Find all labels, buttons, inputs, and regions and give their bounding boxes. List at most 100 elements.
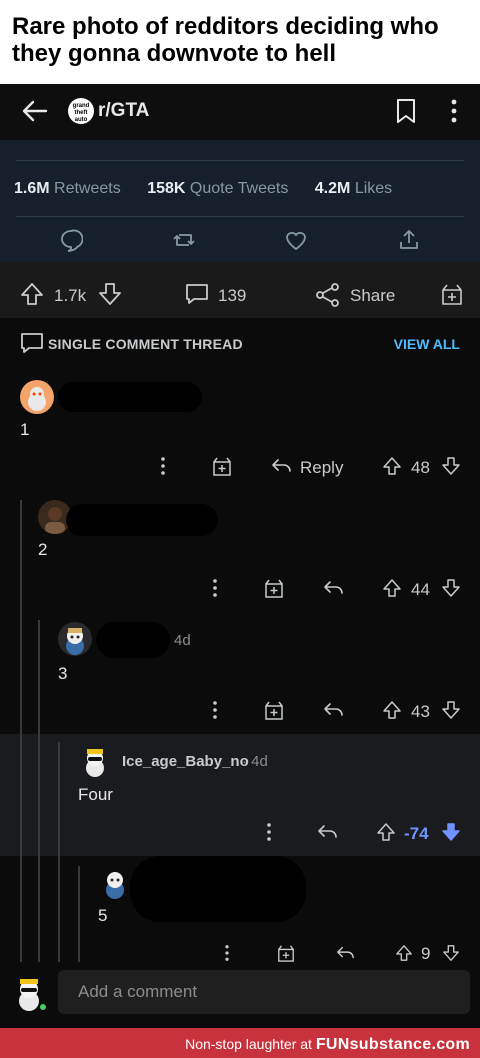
- comments-icon[interactable]: [184, 282, 210, 306]
- award-gift-icon[interactable]: [440, 282, 464, 306]
- upvote-icon[interactable]: [382, 700, 402, 720]
- thread-line: [38, 734, 40, 856]
- bookmark-icon[interactable]: [394, 98, 418, 124]
- like-heart-icon: [286, 232, 306, 251]
- share-upload-icon: [400, 230, 418, 249]
- reply-arrow-icon[interactable]: [270, 456, 292, 476]
- share-label[interactable]: Share: [350, 286, 395, 306]
- redacted-username: [96, 622, 170, 658]
- downvote-icon[interactable]: [441, 700, 461, 720]
- reply-bubble-icon: [61, 229, 83, 252]
- downvote-icon[interactable]: [98, 282, 122, 306]
- view-all-link[interactable]: VIEW ALL: [394, 336, 460, 352]
- comment-score: 48: [411, 458, 430, 477]
- comment-1: 1 Reply 48: [0, 368, 480, 492]
- likes-label: Likes: [354, 180, 393, 197]
- divider: [16, 160, 464, 161]
- comment-score: 43: [411, 702, 430, 721]
- meme-caption: Rare photo of redditors deciding who the…: [0, 0, 480, 84]
- comment-body: 5: [98, 906, 108, 925]
- online-status-dot: [38, 1002, 48, 1012]
- downvote-icon[interactable]: [441, 578, 461, 598]
- comment-score-downvoted: -74: [404, 824, 429, 843]
- comment-3: 4d 3 43: [0, 612, 480, 734]
- thread-line: [20, 500, 22, 612]
- thread-line: [20, 856, 22, 962]
- subreddit-name[interactable]: r/GTA: [98, 100, 149, 122]
- back-arrow-icon[interactable]: [20, 96, 50, 126]
- redacted-username: [130, 856, 306, 922]
- comment-count[interactable]: 139: [218, 286, 246, 306]
- tweet-screenshot: 1.6M Retweets 158K Quote Tweets 4.2M Lik…: [0, 140, 480, 262]
- snoo-avatar-icon: [86, 749, 104, 777]
- upvote-icon[interactable]: [20, 282, 44, 306]
- watermark-brand: FUNsubstance.com: [315, 1036, 470, 1053]
- upvote-icon[interactable]: [382, 456, 402, 476]
- comment-score: 44: [411, 580, 430, 599]
- award-gift-icon[interactable]: [264, 700, 284, 720]
- watermark-footer: Non-stop laughter at FUNsubstance.com: [0, 1028, 480, 1058]
- post-action-bar: 1.7k 139 Share: [0, 262, 480, 318]
- more-options-icon[interactable]: [158, 456, 168, 476]
- share-icon[interactable]: [315, 282, 341, 308]
- comment-age: · 4d: [242, 753, 268, 770]
- snoo-avatar-icon: [28, 387, 46, 411]
- thread-line: [20, 612, 22, 734]
- comment-body: 1: [20, 420, 30, 439]
- award-gift-icon[interactable]: [276, 944, 296, 962]
- quotes-count: 158K: [147, 180, 186, 197]
- retweets-label: Retweets: [54, 180, 121, 197]
- avatar[interactable]: [98, 866, 132, 900]
- thread-line: [58, 742, 60, 856]
- award-gift-icon[interactable]: [212, 456, 232, 476]
- more-options-icon[interactable]: [444, 98, 464, 124]
- likes-count: 4.2M: [314, 180, 351, 197]
- reply-arrow-icon[interactable]: [334, 944, 356, 962]
- reply-button[interactable]: Reply: [300, 458, 343, 478]
- snoo-avatar-icon: [106, 872, 124, 899]
- subreddit-icon[interactable]: grand theft auto: [68, 98, 94, 124]
- tweet-stats: 1.6M Retweets 158K Quote Tweets 4.2M Lik…: [14, 180, 392, 198]
- downvote-icon[interactable]: [441, 944, 461, 962]
- comment-2: 2 44: [0, 492, 480, 612]
- award-gift-icon[interactable]: [264, 578, 284, 598]
- reply-arrow-icon[interactable]: [322, 578, 344, 598]
- upvote-icon[interactable]: [394, 944, 414, 962]
- thread-line: [58, 856, 60, 962]
- comment-4-highlighted: Ice_age_Baby_no · 4d Four -74: [0, 734, 480, 856]
- watermark-text: Non-stop laughter at: [185, 1036, 312, 1052]
- thread-line: [38, 856, 40, 962]
- more-options-icon[interactable]: [210, 578, 220, 598]
- comment-score: 9: [421, 944, 431, 963]
- redacted-username: [66, 504, 218, 536]
- reply-arrow-icon[interactable]: [322, 700, 344, 720]
- comment-age: 4d: [174, 632, 191, 649]
- add-comment-input[interactable]: Add a comment: [58, 970, 470, 1014]
- reply-arrow-icon[interactable]: [316, 822, 338, 842]
- comment-author[interactable]: Ice_age_Baby_no: [122, 753, 249, 770]
- comment-body: 2: [38, 540, 48, 559]
- thread-header: SINGLE COMMENT THREAD VIEW ALL: [0, 318, 480, 368]
- post-score: 1.7k: [54, 286, 87, 305]
- thread-label: SINGLE COMMENT THREAD: [48, 336, 243, 352]
- upvote-icon[interactable]: [376, 822, 396, 842]
- retweets-count: 1.6M: [14, 180, 50, 197]
- upvote-icon[interactable]: [382, 578, 402, 598]
- thread-line: [38, 620, 40, 734]
- downvote-active-icon[interactable]: [441, 822, 461, 842]
- avatar[interactable]: [20, 380, 54, 414]
- avatar[interactable]: [58, 622, 92, 656]
- more-options-icon[interactable]: [222, 944, 232, 962]
- thread-line: [78, 866, 80, 962]
- app-bar: grand theft auto r/GTA: [0, 84, 480, 140]
- more-options-icon[interactable]: [210, 700, 220, 720]
- comment-body: 3: [58, 664, 68, 683]
- downvote-icon[interactable]: [441, 456, 461, 476]
- more-options-icon[interactable]: [264, 822, 274, 842]
- quotes-label: Quote Tweets: [189, 180, 289, 197]
- thread-line: [20, 734, 22, 856]
- snoo-avatar-icon: [66, 628, 84, 655]
- retweet-icon: [173, 234, 195, 246]
- comment-thread-icon: [21, 333, 43, 353]
- avatar[interactable]: [78, 744, 112, 778]
